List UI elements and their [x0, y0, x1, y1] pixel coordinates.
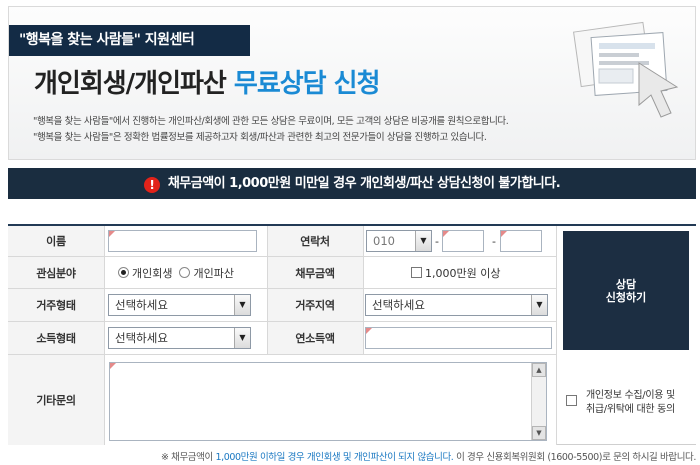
desc-line-2: "행복을 찾는 사람들"은 정확한 법률정보를 제공하고자 회생/파산과 관련한… — [33, 132, 487, 143]
residence-area-value: 선택하세요 — [372, 298, 425, 312]
phone-prefix-value: 010 — [373, 234, 395, 248]
consultation-form: 이름 연락처 010 ▼ - - 관심분야 개인회생 개인파산 채무금액 1,0… — [8, 224, 696, 445]
submit-button[interactable]: 상담 신청하기 — [563, 231, 689, 350]
income-type-select[interactable]: 선택하세요 ▼ — [108, 327, 251, 349]
title-main: 개인회생/개인파산 — [34, 69, 227, 99]
consent-line-1: 개인정보 수집/이용 및 — [586, 390, 675, 401]
desc-line-1: "행복을 찾는 사람들"에서 진행하는 개인파산/회생에 관한 모든 상담은 무… — [33, 116, 509, 127]
phone-last-input[interactable] — [499, 230, 542, 252]
radio-rehab[interactable] — [118, 267, 129, 278]
contact-label: 연락처 — [267, 226, 363, 257]
residence-area-cell: 선택하세요 ▼ — [363, 289, 556, 322]
income-type-label: 소득형태 — [8, 322, 104, 355]
residence-area-label: 거주지역 — [267, 289, 363, 322]
interest-cell: 개인회생 개인파산 — [104, 257, 267, 289]
phone-dash-1: - — [435, 234, 439, 248]
footnote-prefix: ※ 채무금액이 — [160, 452, 213, 463]
tag-quote: "행복을 찾는 사람들" — [19, 32, 141, 48]
divider — [556, 226, 557, 445]
debt-checkbox[interactable] — [411, 267, 422, 278]
tag-suffix: 지원센터 — [144, 32, 195, 48]
footnote: ※ 채무금액이 1,000만원 이하일 경우 개인회생 및 개인파산이 되지 않… — [161, 449, 696, 463]
residence-type-label: 거주형태 — [8, 289, 104, 322]
annual-income-cell — [363, 322, 556, 355]
divider — [267, 226, 268, 355]
submit-line-1: 상담 — [615, 277, 637, 291]
radio-bankruptcy-label: 개인파산 — [193, 266, 234, 280]
income-type-cell: 선택하세요 ▼ — [104, 322, 267, 355]
scroll-down-icon[interactable]: ▼ — [532, 426, 546, 440]
divider — [104, 226, 105, 445]
documents-illustration-icon — [573, 21, 679, 118]
phone-prefix-select[interactable]: 010 ▼ — [366, 230, 432, 252]
chevron-down-icon: ▼ — [234, 295, 250, 315]
income-type-value: 선택하세요 — [115, 331, 168, 345]
radio-bankruptcy[interactable] — [179, 267, 191, 278]
consent-area: 개인정보 수집/이용 및 취급/위탁에 대한 동의 — [566, 389, 675, 417]
chevron-down-icon: ▼ — [415, 231, 431, 251]
consent-line-2: 취급/위탁에 대한 동의 — [586, 404, 675, 415]
footnote-highlight: 1,000만원 이하일 경우 개인회생 및 개인파산이 되지 않습니다. — [215, 452, 454, 463]
residence-type-select[interactable]: 선택하세요 ▼ — [108, 294, 251, 316]
other-inquiry-textarea[interactable]: ▲ ▼ — [109, 362, 547, 441]
name-label: 이름 — [8, 226, 104, 257]
phone-dash-2: - — [491, 234, 496, 248]
debt-label: 채무금액 — [267, 257, 363, 289]
name-input[interactable] — [108, 230, 257, 252]
residence-area-select[interactable]: 선택하세요 ▼ — [365, 294, 548, 316]
title-highlight: 무료상담 신청 — [233, 69, 381, 99]
debt-cell: 1,000만원 이상 — [363, 257, 556, 289]
radio-rehab-label: 개인회생 — [132, 266, 173, 280]
residence-type-cell: 선택하세요 ▼ — [104, 289, 267, 322]
submit-line-2: 신청하기 — [605, 290, 647, 304]
notice-bar: ! 채무금액이 1,000만원 미만일 경우 개인회생/파산 상담신청이 불가합니… — [8, 168, 696, 199]
divider — [363, 226, 364, 355]
contact-cell: 010 ▼ - - — [363, 226, 556, 257]
scroll-up-icon[interactable]: ▲ — [532, 363, 546, 377]
other-label: 기타문의 — [8, 355, 104, 445]
phone-middle-input[interactable] — [441, 230, 484, 252]
residence-type-value: 선택하세요 — [115, 298, 168, 312]
interest-label: 관심분야 — [8, 257, 104, 289]
consent-checkbox[interactable] — [566, 395, 577, 406]
center-tag: "행복을 찾는 사람들" 지원센터 — [9, 25, 250, 56]
name-cell — [104, 226, 267, 257]
chevron-down-icon: ▼ — [234, 328, 250, 348]
textarea-scrollbar[interactable]: ▲ ▼ — [531, 363, 546, 440]
debt-option-label: 1,000만원 이상 — [425, 266, 501, 280]
warning-icon: ! — [143, 177, 160, 193]
chevron-down-icon: ▼ — [531, 295, 547, 315]
page-title: 개인회생/개인파산 무료상담 신청 — [34, 63, 380, 100]
header-banner: "행복을 찾는 사람들" 지원센터 개인회생/개인파산 무료상담 신청 "행복을… — [8, 6, 696, 160]
header-description: "행복을 찾는 사람들"에서 진행하는 개인파산/회생에 관한 모든 상담은 무… — [33, 114, 509, 146]
footnote-suffix: 이 경우 신용회복위원회 (1600-5500)로 문의 하시길 바랍니다. — [456, 452, 696, 463]
notice-text: 채무금액이 1,000만원 미만일 경우 개인회생/파산 상담신청이 불가합니다… — [167, 176, 561, 191]
annual-income-input[interactable] — [365, 327, 552, 349]
annual-income-label: 연소득액 — [267, 322, 363, 355]
